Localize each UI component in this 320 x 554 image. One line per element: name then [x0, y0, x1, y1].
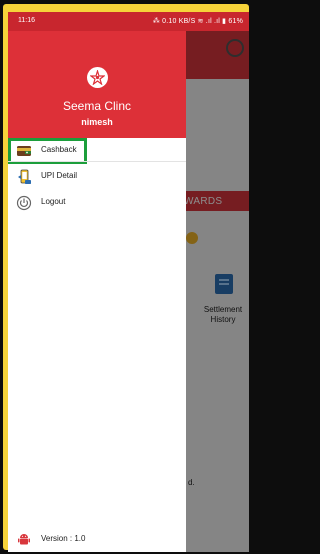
menu-item-upi-detail[interactable]: UPI Detail — [8, 164, 186, 190]
status-indicators: ⁂ 0.10 KB/S ≋ .ıl .ıl ▮ 61% — [152, 18, 243, 25]
upi-phone-icon — [16, 169, 32, 185]
drawer-header: Seema Clinc nimesh — [8, 31, 186, 138]
clinic-name: Seema Clinc — [62, 99, 132, 113]
version-row: Version : 1.0 — [8, 529, 186, 549]
phone-screen: WARDS Settlement History d. 11:16 ⁂ 0.10… — [8, 12, 249, 552]
menu-label-logout: Logout — [41, 197, 66, 206]
menu-divider — [8, 161, 186, 162]
status-bar: 11:16 ⁂ 0.10 KB/S ≋ .ıl .ıl ▮ 61% — [8, 12, 249, 31]
device-frame: WARDS Settlement History d. 11:16 ⁂ 0.10… — [3, 4, 249, 552]
version-label: Version : 1.0 — [41, 534, 86, 543]
clinic-logo-icon — [87, 67, 108, 88]
navigation-drawer: Seema Clinc nimesh Cashback UPI Detail L… — [8, 31, 186, 552]
user-name: nimesh — [81, 117, 113, 127]
menu-label-upi-detail: UPI Detail — [41, 171, 78, 180]
android-icon — [17, 532, 31, 551]
status-time: 11:16 — [18, 17, 35, 24]
power-icon — [16, 195, 32, 211]
menu-item-logout[interactable]: Logout — [8, 190, 186, 216]
